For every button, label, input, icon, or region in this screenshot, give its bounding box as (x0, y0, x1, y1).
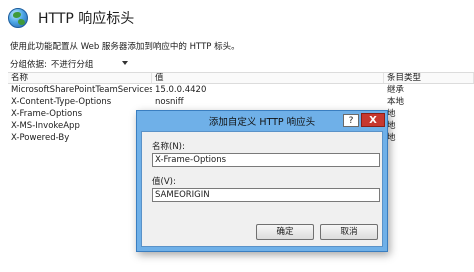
row-type: 本地 (387, 97, 405, 107)
name-field-label: 名称(N): (152, 142, 185, 152)
dialog-titlebar[interactable]: 添加自定义 HTTP 响应头 ? X (137, 111, 387, 131)
row-type: 地 (387, 133, 396, 143)
group-by-label: 分组依据: (10, 60, 47, 70)
group-by-dropdown[interactable]: 分组依据: 不进行分组 (10, 57, 130, 71)
ok-button[interactable]: 确定 (256, 224, 314, 240)
row-value: nosniff (155, 97, 184, 107)
row-name: X-MS-InvokeApp (11, 121, 80, 131)
help-button[interactable]: ? (343, 114, 359, 127)
name-field[interactable]: X-Frame-Options (152, 153, 380, 167)
dialog-body: 名称(N): X-Frame-Options 值(V): SAMEORIGIN … (141, 131, 383, 247)
cancel-button[interactable]: 取消 (320, 224, 378, 240)
row-name: X-Frame-Options (11, 109, 83, 119)
row-type: 继承 (387, 85, 405, 95)
column-header-value[interactable]: 值 (152, 73, 384, 83)
row-name: MicrosoftSharePointTeamServices (11, 85, 152, 95)
value-field-label: 值(V): (152, 177, 176, 187)
globe-icon (8, 8, 28, 28)
dialog-title: 添加自定义 HTTP 响应头 (208, 117, 316, 128)
page-header: HTTP 响应标头 (8, 6, 134, 30)
row-name: X-Powered-By (11, 133, 70, 143)
chevron-down-icon[interactable] (122, 61, 128, 65)
row-value: 15.0.0.4420 (155, 85, 207, 95)
column-header-type[interactable]: 条目类型 (384, 73, 474, 83)
table-header: 名称 值 条目类型 (8, 72, 474, 84)
add-custom-header-dialog: 添加自定义 HTTP 响应头 ? X 名称(N): X-Frame-Option… (136, 110, 388, 252)
group-by-value: 不进行分组 (50, 60, 94, 70)
row-type: 地 (387, 121, 396, 131)
http-response-headers-panel: HTTP 响应标头 使用此功能配置从 Web 服务器添加到响应中的 HTTP 标… (0, 0, 474, 272)
close-button[interactable]: X (361, 113, 385, 127)
page-title: HTTP 响应标头 (38, 11, 135, 27)
value-field[interactable]: SAMEORIGIN (152, 188, 380, 202)
row-type: 地 (387, 109, 396, 119)
table-row[interactable]: X-Content-Type-Options nosniff 本地 (8, 96, 474, 108)
column-header-name[interactable]: 名称 (8, 73, 152, 83)
row-name: X-Content-Type-Options (11, 97, 112, 107)
table-row[interactable]: MicrosoftSharePointTeamServices 15.0.0.4… (8, 84, 474, 96)
page-description: 使用此功能配置从 Web 服务器添加到响应中的 HTTP 标头。 (10, 42, 240, 52)
